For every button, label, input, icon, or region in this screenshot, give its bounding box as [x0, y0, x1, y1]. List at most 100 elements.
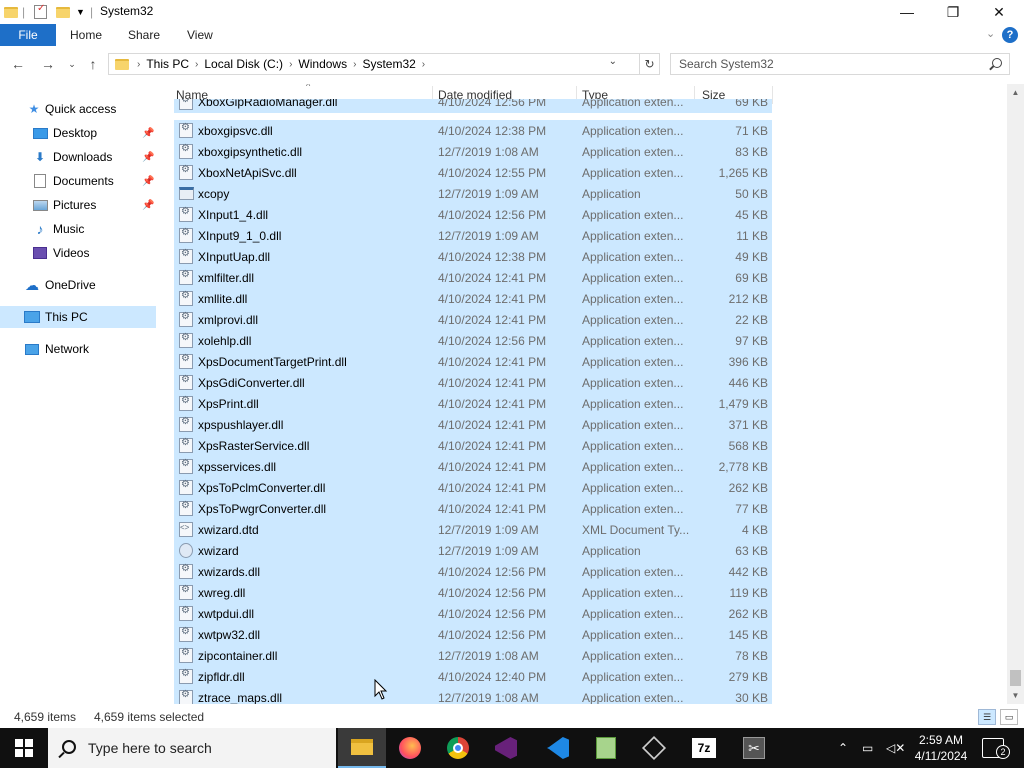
file-row[interactable]: xwizard.dtd 12/7/2019 1:09 AM XML Document…: [174, 519, 772, 540]
file-row[interactable]: XpsToPwgrConverter.dll 4/10/2024 12:41 PM…: [174, 498, 772, 519]
file-row[interactable]: xmlfilter.dll 4/10/2024 12:41 PM Applicati…: [174, 267, 772, 288]
help-icon[interactable]: ?: [1002, 27, 1018, 43]
file-row[interactable]: xboxgipsynthetic.dll 12/7/2019 1:08 AM App…: [174, 141, 772, 162]
volume-muted-icon[interactable]: ◁✕: [886, 728, 905, 768]
file-row[interactable]: ztrace_maps.dll 12/7/2019 1:08 AM Applicat…: [174, 687, 772, 704]
file-row[interactable]: zipfldr.dll 4/10/2024 12:40 PM Application…: [174, 666, 772, 687]
scroll-down-icon[interactable]: ▼: [1007, 687, 1024, 704]
tab-view[interactable]: View: [187, 24, 213, 46]
tray-chevron-up-icon[interactable]: ⌃: [838, 728, 848, 768]
breadcrumb-windows[interactable]: Windows: [298, 57, 347, 71]
up-arrow-icon[interactable]: ↑: [83, 54, 103, 74]
dll-file-icon: [179, 500, 193, 516]
maximize-button[interactable]: ❐: [930, 0, 976, 24]
file-row[interactable]: xpsservices.dll 4/10/2024 12:41 PM Applica…: [174, 456, 772, 477]
sidebar-item-documents[interactable]: Documents 📌: [0, 170, 156, 192]
file-row[interactable]: XboxNetApiSvc.dll 4/10/2024 12:55 PM Appli…: [174, 162, 772, 183]
download-arrow-icon: ⬇: [34, 150, 46, 164]
breadcrumb-system32[interactable]: System32: [362, 57, 415, 71]
sidebar-item-this-pc[interactable]: This PC: [0, 306, 156, 328]
breadcrumb-this-pc[interactable]: This PC: [146, 57, 189, 71]
scroll-up-icon[interactable]: ▲: [1007, 84, 1024, 101]
file-row[interactable]: xmlprovi.dll 4/10/2024 12:41 PM Applicatio…: [174, 309, 772, 330]
network-icon[interactable]: ▭: [862, 728, 873, 768]
file-size: 69 KB: [735, 270, 768, 285]
file-row[interactable]: xwtpdui.dll 4/10/2024 12:56 PM Application…: [174, 603, 772, 624]
details-view-icon[interactable]: ☰: [978, 709, 996, 725]
sidebar-item-pictures[interactable]: Pictures 📌: [0, 194, 156, 216]
chevron-down-icon[interactable]: ⌄: [609, 56, 617, 67]
file-type: Application exten...: [582, 606, 684, 621]
file-size: 262 KB: [728, 480, 768, 495]
sidebar-item-onedrive[interactable]: ☁ OneDrive: [0, 274, 156, 296]
chrome-icon[interactable]: [434, 728, 482, 768]
sidebar-item-quick-access[interactable]: ★ Quick access: [0, 98, 156, 120]
back-arrow-icon[interactable]: ←: [8, 54, 28, 74]
firefox-icon[interactable]: [386, 728, 434, 768]
visual-studio-icon[interactable]: [482, 728, 530, 768]
sidebar-item-desktop[interactable]: Desktop 📌: [0, 122, 156, 144]
tool-icon[interactable]: ✂: [730, 728, 778, 768]
file-row[interactable]: xmllite.dll 4/10/2024 12:41 PM Application…: [174, 288, 772, 309]
file-row[interactable]: XInput1_4.dll 4/10/2024 12:56 PM Applicati…: [174, 204, 772, 225]
properties-icon[interactable]: ✓: [34, 3, 47, 21]
sidebar-item-downloads[interactable]: ⬇ Downloads 📌: [0, 146, 156, 168]
vscode-icon[interactable]: [534, 728, 582, 768]
new-folder-icon[interactable]: [56, 3, 70, 21]
refresh-icon[interactable]: ↻: [640, 53, 660, 75]
start-button[interactable]: [0, 728, 48, 768]
breadcrumb-local-disk[interactable]: Local Disk (C:): [204, 57, 283, 71]
application-icon: [179, 187, 194, 200]
taskbar-clock[interactable]: 2:59 AM 4/11/2024: [906, 732, 976, 764]
sidebar-item-network[interactable]: Network: [0, 338, 156, 360]
column-divider[interactable]: [772, 86, 773, 104]
file-row[interactable]: XpsRasterService.dll 4/10/2024 12:41 PM Ap…: [174, 435, 772, 456]
virtualbox-icon[interactable]: [630, 728, 678, 768]
tab-share[interactable]: Share: [128, 24, 160, 46]
tab-home[interactable]: Home: [70, 24, 102, 46]
sidebar-item-videos[interactable]: Videos: [0, 242, 156, 264]
notepad-plus-plus-icon[interactable]: [582, 728, 630, 768]
dll-file-icon: [179, 227, 193, 243]
file-row[interactable]: xcopy 12/7/2019 1:09 AM Application 50 KB: [174, 183, 772, 204]
tab-file[interactable]: File: [0, 24, 56, 46]
minimize-button[interactable]: —: [884, 0, 930, 24]
7zip-icon[interactable]: 7z: [680, 728, 728, 768]
file-row[interactable]: XpsDocumentTargetPrint.dll 4/10/2024 12:4…: [174, 351, 772, 372]
file-list: ^ Name Date modified Type Size XboxGipRa…: [166, 84, 1006, 704]
file-row[interactable]: xpspushlayer.dll 4/10/2024 12:41 PM Applic…: [174, 414, 772, 435]
file-row[interactable]: XpsToPclmConverter.dll 4/10/2024 12:41 PM…: [174, 477, 772, 498]
file-row[interactable]: xwtpw32.dll 4/10/2024 12:56 PM Application…: [174, 624, 772, 645]
file-row[interactable]: xwreg.dll 4/10/2024 12:56 PM Application e…: [174, 582, 772, 603]
file-row[interactable]: XpsGdiConverter.dll 4/10/2024 12:41 PM App…: [174, 372, 772, 393]
file-explorer-icon[interactable]: [338, 728, 386, 768]
file-row[interactable]: zipcontainer.dll 12/7/2019 1:08 AM Applica…: [174, 645, 772, 666]
file-row[interactable]: xolehlp.dll 4/10/2024 12:56 PM Application…: [174, 330, 772, 351]
address-bar[interactable]: › This PC › Local Disk (C:) › Windows › …: [108, 53, 640, 75]
file-row[interactable]: XInputUap.dll 4/10/2024 12:38 PM Applicati…: [174, 246, 772, 267]
recent-locations-icon[interactable]: ⌄: [62, 54, 82, 74]
file-name: xcopy: [198, 186, 230, 201]
file-row[interactable]: xwizard 12/7/2019 1:09 AM Application 63 KB: [174, 540, 772, 561]
file-row[interactable]: XpsPrint.dll 4/10/2024 12:41 PM Applicatio…: [174, 393, 772, 414]
file-name: xwizard: [198, 543, 239, 558]
file-row[interactable]: xboxgipsvc.dll 4/10/2024 12:38 PM Applicat…: [174, 120, 772, 141]
file-type: Application exten...: [582, 459, 684, 474]
file-type: Application exten...: [582, 669, 684, 684]
close-button[interactable]: ✕: [976, 0, 1022, 24]
forward-arrow-icon[interactable]: →: [38, 54, 58, 74]
scrollbar-thumb[interactable]: [1010, 670, 1021, 686]
expand-ribbon-icon[interactable]: ⌄: [986, 27, 995, 43]
dll-file-icon: [179, 626, 193, 642]
taskbar-search-box[interactable]: Type here to search: [48, 728, 336, 768]
search-input[interactable]: Search System32: [670, 53, 1010, 75]
file-size: 11 KB: [736, 228, 768, 243]
file-row[interactable]: xwizards.dll 4/10/2024 12:56 PM Applicatio…: [174, 561, 772, 582]
file-row[interactable]: XInput9_1_0.dll 12/7/2019 1:09 AM Applicat…: [174, 225, 772, 246]
file-type: Application exten...: [582, 144, 684, 159]
large-icons-view-icon[interactable]: ▭: [1000, 709, 1018, 725]
customize-toolbar-icon[interactable]: ▼: [76, 3, 85, 21]
vertical-scrollbar[interactable]: ▲ ▼: [1007, 84, 1024, 704]
sidebar-item-music[interactable]: ♪ Music: [0, 218, 156, 240]
file-row[interactable]: XboxGipRadioManager.dll 4/10/2024 12:56 P…: [174, 99, 772, 113]
